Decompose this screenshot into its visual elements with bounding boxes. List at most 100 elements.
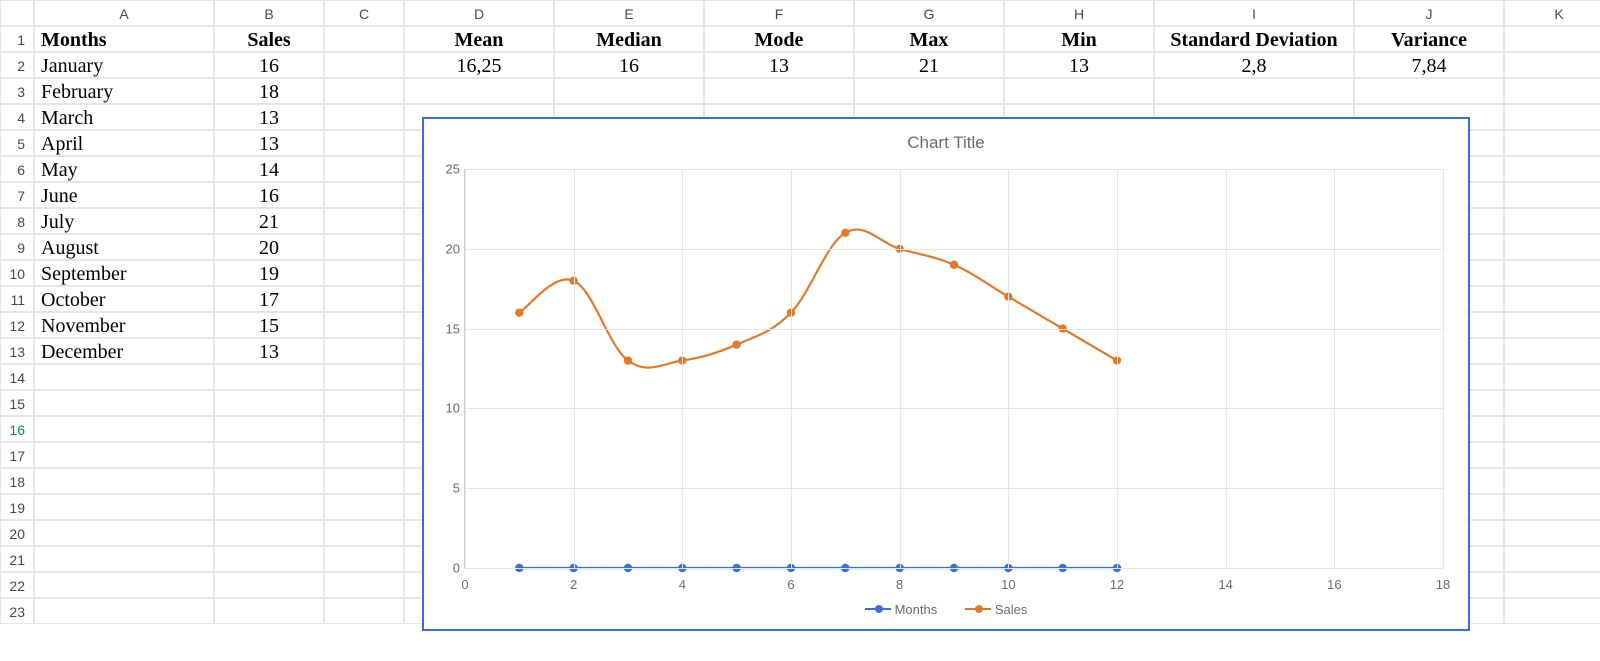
row-header[interactable]: 4 — [0, 104, 34, 130]
cell[interactable]: 15 — [214, 312, 324, 338]
cell[interactable] — [1504, 130, 1600, 156]
cell[interactable]: 18 — [214, 78, 324, 104]
row-header[interactable]: 9 — [0, 234, 34, 260]
cell[interactable]: Median — [554, 26, 704, 52]
cell[interactable] — [34, 442, 214, 468]
row-header[interactable]: 21 — [0, 546, 34, 572]
cell[interactable] — [324, 26, 404, 52]
column-header[interactable]: A — [34, 0, 214, 26]
cell[interactable]: 16,25 — [404, 52, 554, 78]
cell[interactable] — [214, 390, 324, 416]
row-header[interactable]: 3 — [0, 78, 34, 104]
column-header[interactable]: H — [1004, 0, 1154, 26]
cell[interactable] — [324, 546, 404, 572]
row-header[interactable]: 7 — [0, 182, 34, 208]
cell[interactable]: January — [34, 52, 214, 78]
cell[interactable] — [324, 286, 404, 312]
row-header[interactable]: 23 — [0, 598, 34, 624]
cell[interactable] — [214, 572, 324, 598]
cell[interactable] — [324, 572, 404, 598]
cell[interactable]: 21 — [214, 208, 324, 234]
column-header[interactable]: J — [1354, 0, 1504, 26]
column-header[interactable]: G — [854, 0, 1004, 26]
cell[interactable] — [704, 78, 854, 104]
cell[interactable] — [34, 572, 214, 598]
cell[interactable] — [324, 52, 404, 78]
cell[interactable]: August — [34, 234, 214, 260]
cell[interactable] — [34, 546, 214, 572]
cell[interactable] — [324, 494, 404, 520]
cell[interactable]: 16 — [554, 52, 704, 78]
row-header[interactable]: 19 — [0, 494, 34, 520]
cell[interactable]: July — [34, 208, 214, 234]
cell[interactable]: 21 — [854, 52, 1004, 78]
cell[interactable] — [324, 130, 404, 156]
cell[interactable] — [1504, 520, 1600, 546]
cell[interactable]: Variance — [1354, 26, 1504, 52]
cell[interactable] — [324, 234, 404, 260]
cell[interactable] — [324, 390, 404, 416]
cell[interactable]: Min — [1004, 26, 1154, 52]
cell[interactable]: 20 — [214, 234, 324, 260]
cell[interactable] — [324, 468, 404, 494]
cell[interactable]: 2,8 — [1154, 52, 1354, 78]
row-header[interactable]: 5 — [0, 130, 34, 156]
cell[interactable] — [324, 260, 404, 286]
cell[interactable] — [1504, 78, 1600, 104]
row-header[interactable]: 8 — [0, 208, 34, 234]
cell[interactable] — [1504, 442, 1600, 468]
cell[interactable]: Max — [854, 26, 1004, 52]
cell[interactable]: May — [34, 156, 214, 182]
row-header[interactable]: 17 — [0, 442, 34, 468]
cell[interactable] — [34, 416, 214, 442]
cell[interactable]: 16 — [214, 182, 324, 208]
row-header[interactable]: 22 — [0, 572, 34, 598]
row-header[interactable]: 12 — [0, 312, 34, 338]
cell[interactable] — [1504, 26, 1600, 52]
cell[interactable]: Mode — [704, 26, 854, 52]
column-header[interactable]: F — [704, 0, 854, 26]
cell[interactable] — [324, 442, 404, 468]
cell[interactable] — [1504, 364, 1600, 390]
cell[interactable] — [34, 468, 214, 494]
cell[interactable] — [324, 364, 404, 390]
cell[interactable] — [214, 598, 324, 624]
cell[interactable] — [1504, 260, 1600, 286]
cell[interactable] — [404, 78, 554, 104]
cell[interactable] — [1504, 156, 1600, 182]
cell[interactable]: Standard Deviation — [1154, 26, 1354, 52]
row-header[interactable]: 20 — [0, 520, 34, 546]
cell[interactable]: October — [34, 286, 214, 312]
cell[interactable] — [214, 442, 324, 468]
cell[interactable] — [324, 416, 404, 442]
cell[interactable]: 13 — [214, 338, 324, 364]
cell[interactable] — [214, 364, 324, 390]
cell[interactable] — [324, 182, 404, 208]
column-header[interactable]: C — [324, 0, 404, 26]
cell[interactable] — [324, 598, 404, 624]
cell[interactable] — [1504, 182, 1600, 208]
cell[interactable] — [854, 78, 1004, 104]
corner-cell[interactable] — [0, 0, 34, 26]
cell[interactable] — [34, 598, 214, 624]
cell[interactable] — [324, 338, 404, 364]
cell[interactable] — [1504, 416, 1600, 442]
cell[interactable] — [214, 546, 324, 572]
column-header[interactable]: I — [1154, 0, 1354, 26]
cell[interactable] — [34, 520, 214, 546]
cell[interactable] — [554, 78, 704, 104]
cell[interactable]: Months — [34, 26, 214, 52]
cell[interactable]: November — [34, 312, 214, 338]
cell[interactable] — [1504, 234, 1600, 260]
cell[interactable] — [1504, 494, 1600, 520]
cell[interactable] — [1504, 598, 1600, 624]
row-header[interactable]: 16 — [0, 416, 34, 442]
cell[interactable] — [1504, 338, 1600, 364]
cell[interactable] — [1504, 468, 1600, 494]
cell[interactable]: Mean — [404, 26, 554, 52]
cell[interactable]: 7,84 — [1354, 52, 1504, 78]
row-header[interactable]: 14 — [0, 364, 34, 390]
cell[interactable] — [34, 390, 214, 416]
cell[interactable] — [324, 104, 404, 130]
cell[interactable] — [1504, 286, 1600, 312]
